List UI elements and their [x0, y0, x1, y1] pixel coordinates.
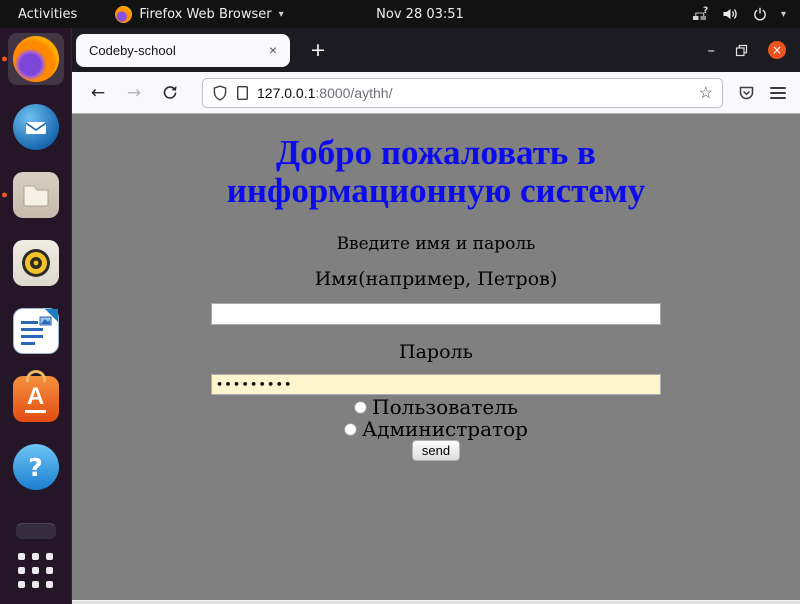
role-option-admin[interactable]: Администратор — [344, 419, 528, 439]
chevron-down-icon: ▾ — [279, 9, 284, 20]
forward-button: → — [122, 83, 146, 103]
bookmark-star-icon[interactable]: ☆ — [699, 83, 713, 103]
bag-handle — [26, 370, 46, 382]
dock-item-thunderbird[interactable] — [8, 101, 64, 153]
dock-item-help[interactable]: ? — [8, 441, 64, 493]
radio-admin-label: Администратор — [362, 419, 528, 439]
close-button[interactable]: × — [768, 41, 786, 59]
radio-user-icon[interactable] — [354, 401, 367, 414]
new-tab-button[interactable]: + — [304, 39, 332, 61]
system-tray[interactable]: ? ▾ — [692, 6, 800, 22]
tracking-protection-shield-icon[interactable] — [212, 85, 228, 101]
url-bar[interactable]: 127.0.0.1:8000/aythh/ ☆ — [202, 78, 723, 108]
ubuntu-dock: A ? — [0, 28, 72, 604]
activities-button[interactable]: Activities — [0, 7, 95, 22]
files-folder-icon — [13, 172, 59, 218]
running-indicator-dot — [2, 193, 7, 198]
dock-item-ubuntu-software[interactable]: A — [8, 373, 64, 425]
window-controls: – × — [708, 41, 800, 59]
help-question-icon: ? — [13, 444, 59, 490]
dock-item-libreoffice-writer[interactable] — [8, 305, 64, 357]
password-label: Пароль — [399, 341, 473, 363]
dock-item-files[interactable] — [8, 169, 64, 221]
page-title-line1: Добро пожаловать в — [227, 134, 646, 172]
network-status-icon: ? — [692, 6, 709, 22]
web-page-content: Добро пожаловать в информационную систем… — [72, 114, 800, 600]
send-button[interactable]: send — [412, 440, 460, 461]
thunderbird-icon — [13, 104, 59, 150]
clock[interactable]: Nov 28 03:51 — [376, 7, 464, 22]
login-instruction: Введите имя и пароль — [337, 234, 536, 254]
tab-codeby-school[interactable]: Codeby-school × — [76, 34, 290, 67]
tab-bar: Codeby-school × + – × — [72, 28, 800, 72]
menu-hamburger-icon[interactable] — [770, 87, 786, 99]
volume-icon — [722, 6, 739, 22]
libreoffice-writer-icon — [13, 308, 59, 354]
radio-admin-icon[interactable] — [344, 423, 357, 436]
pocket-icon[interactable] — [737, 84, 756, 102]
radio-user-label: Пользователь — [372, 397, 518, 417]
minimize-button[interactable]: – — [708, 45, 716, 55]
power-icon — [752, 6, 768, 22]
role-option-user[interactable]: Пользователь — [354, 397, 518, 417]
trash-icon[interactable] — [16, 523, 56, 539]
firefox-mini-icon — [115, 6, 132, 23]
reload-button[interactable] — [158, 84, 182, 101]
url-host: 127.0.0.1 — [257, 85, 315, 101]
password-input[interactable] — [211, 374, 661, 395]
page-title-line2: информационную систему — [227, 172, 646, 210]
back-button[interactable]: ← — [86, 83, 110, 103]
app-menu[interactable]: Firefox Web Browser ▾ — [115, 6, 283, 23]
window-bottom-edge — [72, 600, 800, 604]
restore-button[interactable] — [735, 44, 748, 57]
tab-close-icon[interactable]: × — [266, 42, 280, 58]
app-menu-label: Firefox Web Browser — [139, 7, 271, 22]
url-text[interactable]: 127.0.0.1:8000/aythh/ — [257, 85, 392, 101]
chevron-down-icon: ▾ — [781, 9, 786, 20]
running-indicator-dot — [2, 57, 7, 62]
firefox-window: Codeby-school × + – × ← → — [72, 28, 800, 604]
navigation-toolbar: ← → 127.0.0.1:8000/aythh/ ☆ — [72, 72, 800, 114]
show-applications-grid-icon[interactable] — [18, 553, 53, 588]
svg-text:?: ? — [703, 6, 708, 16]
dock-item-rhythmbox[interactable] — [8, 237, 64, 289]
name-input[interactable] — [211, 303, 661, 325]
name-label: Имя(например, Петров) — [315, 268, 558, 290]
ubuntu-software-icon: A — [13, 376, 59, 422]
firefox-icon — [13, 36, 59, 82]
ubuntu-top-bar: Activities Firefox Web Browser ▾ Nov 28 … — [0, 0, 800, 28]
page-title: Добро пожаловать в информационную систем… — [227, 134, 646, 210]
url-path: :8000/aythh/ — [315, 85, 392, 101]
dock-item-firefox[interactable] — [8, 33, 64, 85]
rhythmbox-speaker-icon — [13, 240, 59, 286]
page-info-icon[interactable] — [236, 85, 249, 101]
tab-title: Codeby-school — [89, 43, 176, 58]
